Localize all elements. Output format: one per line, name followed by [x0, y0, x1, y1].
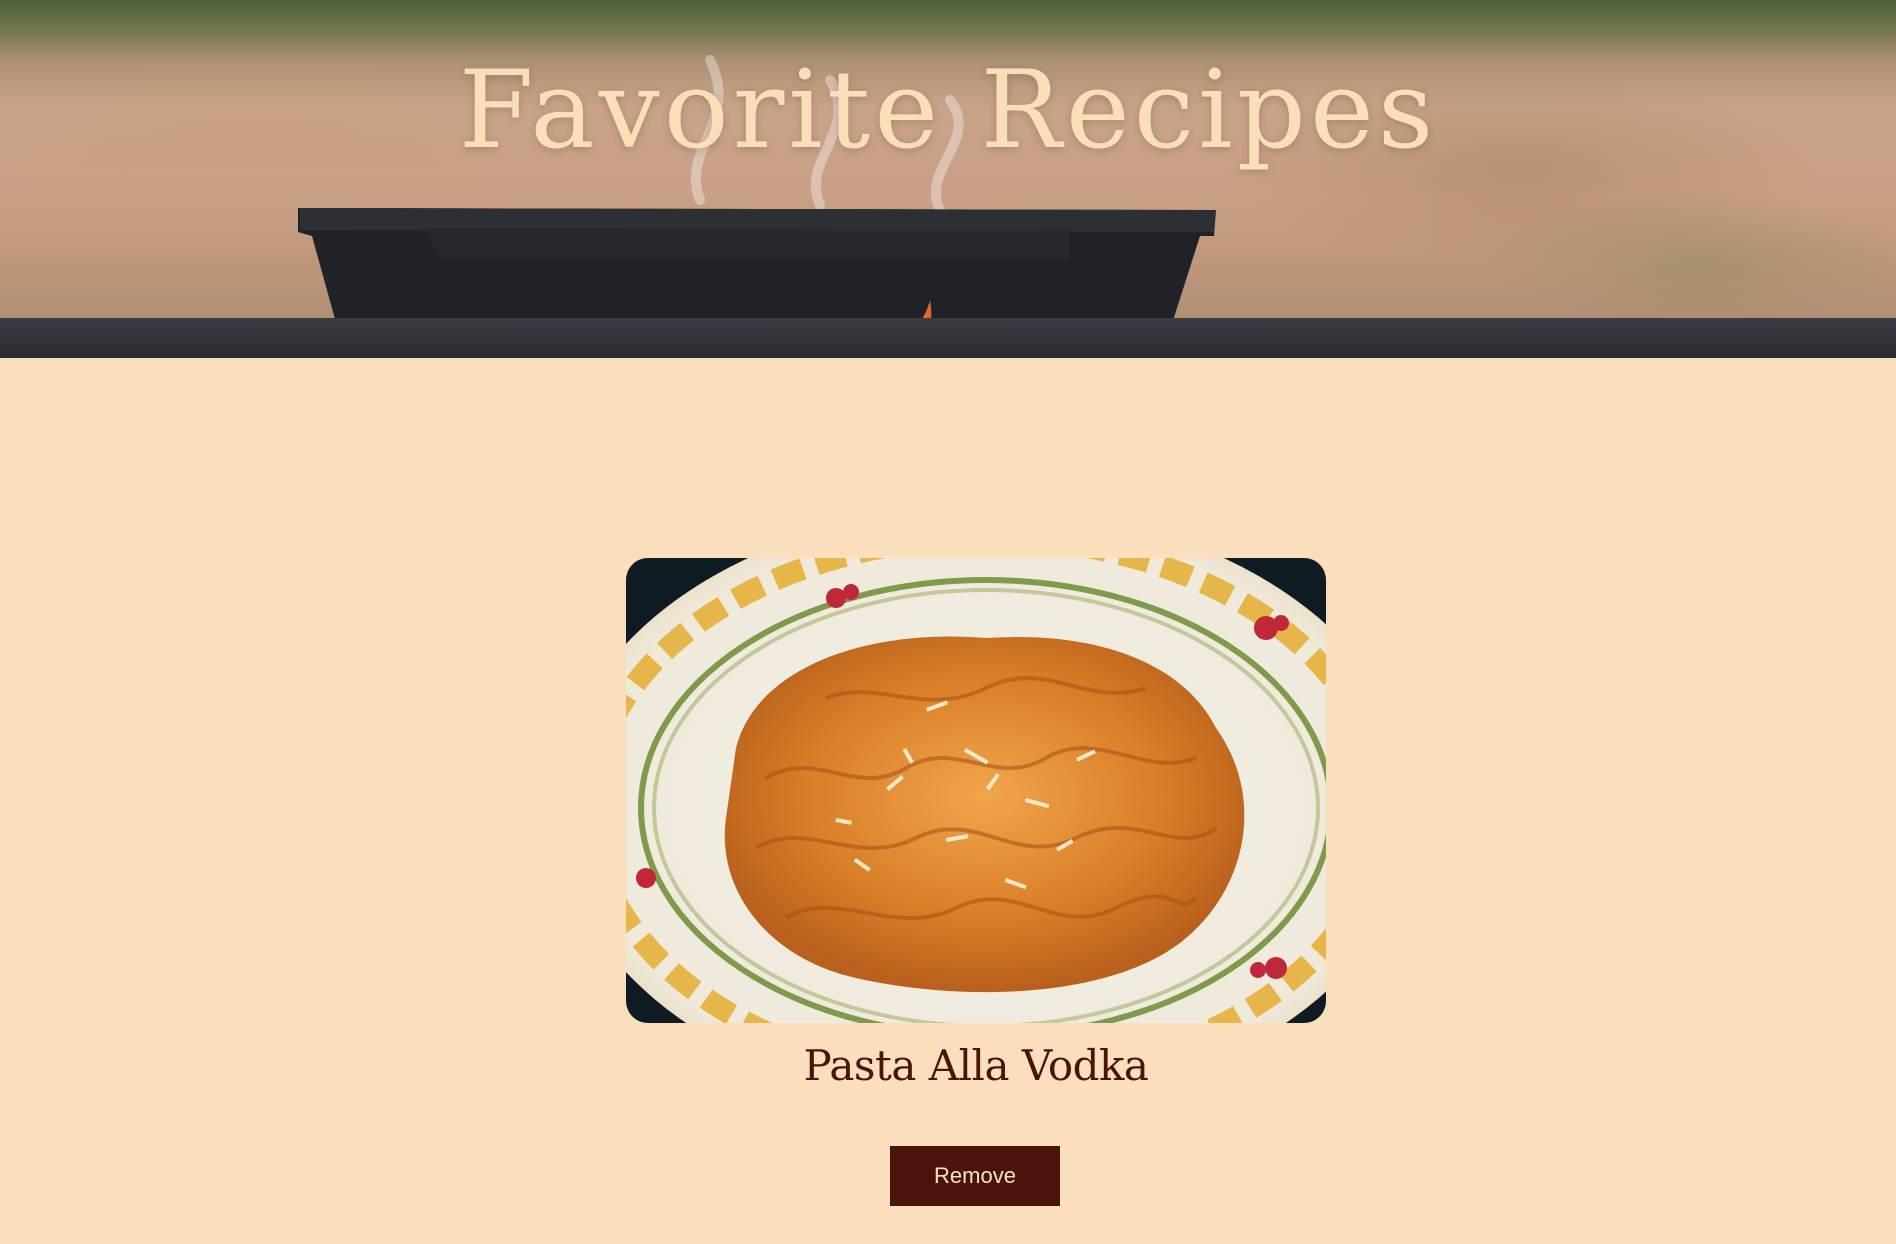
recipe-image — [626, 558, 1326, 1023]
hero-counter-edge — [0, 318, 1896, 358]
recipe-card: Pasta Alla Vodka — [626, 558, 1326, 1090]
page-title: Favorite Recipes — [458, 48, 1438, 173]
remove-button[interactable]: Remove — [890, 1146, 1060, 1206]
hero-banner: Favorite Recipes — [0, 0, 1896, 358]
recipe-title: Pasta Alla Vodka — [803, 1041, 1149, 1090]
